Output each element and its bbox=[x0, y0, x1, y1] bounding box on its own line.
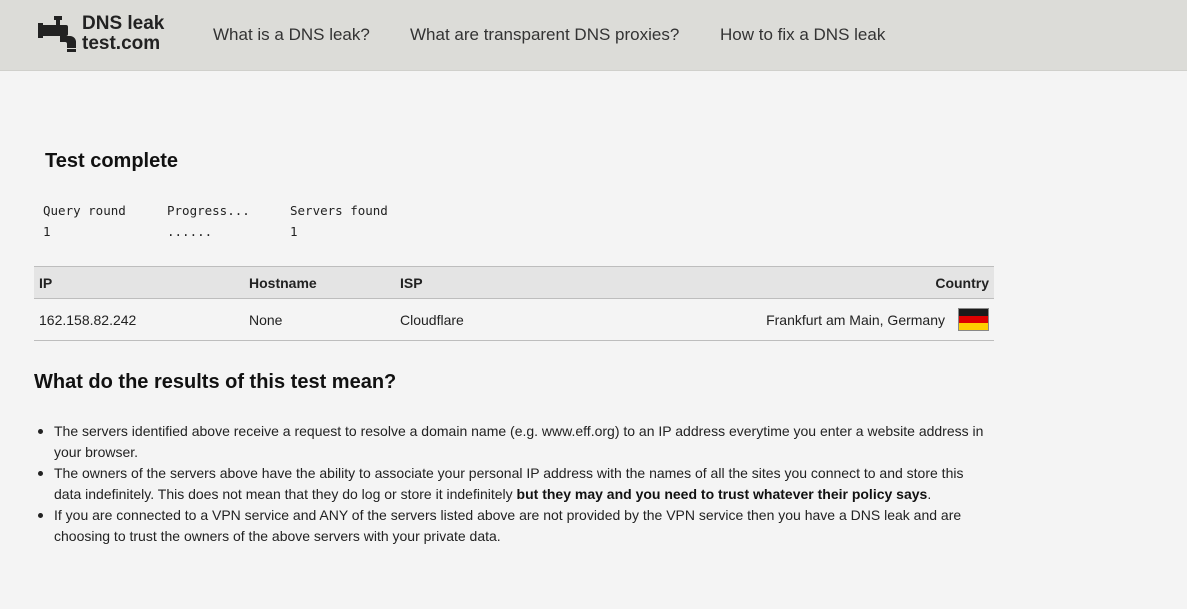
flag-stripe-red bbox=[959, 315, 988, 323]
tap-icon bbox=[38, 16, 76, 52]
nav-link-how-to-fix[interactable]: How to fix a DNS leak bbox=[720, 25, 885, 45]
cell-country: Frankfurt am Main, Germany bbox=[605, 298, 994, 341]
bullet-2-bold: but they may and you need to trust whate… bbox=[516, 486, 928, 502]
progress-label: Progress... bbox=[167, 203, 250, 218]
logo-text: DNS leak test.com bbox=[82, 14, 164, 54]
logo-line-1: DNS leak bbox=[82, 13, 165, 34]
cell-hostname: None bbox=[244, 298, 395, 341]
nav-link-transparent-dns-proxies[interactable]: What are transparent DNS proxies? bbox=[410, 25, 679, 45]
results-table: IP Hostname ISP Country 162.158.82.242 N… bbox=[34, 266, 994, 341]
list-item: The owners of the servers above have the… bbox=[38, 463, 994, 505]
site-logo[interactable]: DNS leak test.com bbox=[38, 14, 178, 58]
test-status-title: Test complete bbox=[45, 150, 178, 172]
query-round-label: Query round bbox=[43, 203, 126, 218]
column-header-isp: ISP bbox=[395, 266, 605, 299]
results-meaning-title: What do the results of this test mean? bbox=[34, 371, 397, 393]
country-name: Frankfurt am Main, Germany bbox=[766, 311, 945, 328]
logo-line-2: test.com bbox=[82, 33, 161, 54]
table-row: 162.158.82.242 None Cloudflare Frankfurt… bbox=[34, 298, 994, 341]
flag-stripe-gold bbox=[959, 322, 988, 330]
column-header-hostname: Hostname bbox=[244, 266, 395, 299]
progress-value: ...... bbox=[167, 224, 213, 239]
servers-found-label: Servers found bbox=[290, 203, 388, 218]
table-header-row: IP Hostname ISP Country bbox=[34, 266, 994, 299]
list-item: The servers identified above receive a r… bbox=[38, 421, 994, 463]
column-header-ip: IP bbox=[34, 266, 244, 299]
bullet-1-text: The servers identified above receive a r… bbox=[54, 423, 984, 460]
flag-stripe-black bbox=[959, 309, 988, 316]
column-header-country: Country bbox=[605, 266, 994, 299]
bullet-3-text: If you are connected to a VPN service an… bbox=[54, 507, 962, 544]
cell-isp: Cloudflare bbox=[395, 298, 605, 341]
list-item: If you are connected to a VPN service an… bbox=[38, 505, 994, 547]
query-round-value: 1 bbox=[43, 224, 51, 239]
explanation-list: The servers identified above receive a r… bbox=[38, 421, 994, 547]
site-header: DNS leak test.com What is a DNS leak? Wh… bbox=[0, 0, 1187, 71]
germany-flag-icon bbox=[958, 308, 989, 331]
nav-link-what-is-dns-leak[interactable]: What is a DNS leak? bbox=[213, 25, 370, 45]
cell-ip: 162.158.82.242 bbox=[34, 298, 244, 341]
bullet-2-tail: . bbox=[927, 486, 932, 502]
servers-found-value: 1 bbox=[290, 224, 298, 239]
